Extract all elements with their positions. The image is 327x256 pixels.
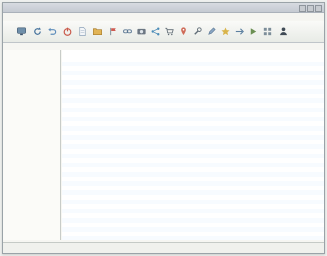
edit-icon[interactable]	[205, 25, 217, 37]
refresh-icon[interactable]	[31, 25, 43, 37]
flag-icon[interactable]	[107, 25, 119, 37]
column-header-size[interactable]	[214, 50, 254, 56]
share-icon[interactable]	[149, 25, 161, 37]
user-icon[interactable]	[277, 25, 289, 37]
star-icon[interactable]	[219, 25, 231, 37]
camera-icon[interactable]	[135, 25, 147, 37]
menu-bar	[3, 13, 324, 20]
grid-icon[interactable]	[261, 25, 273, 37]
table-cell	[148, 236, 212, 240]
monitor-icon[interactable]	[15, 25, 27, 37]
minimize-button[interactable]	[299, 5, 306, 12]
table-cell	[292, 236, 322, 240]
column-header-details[interactable]	[148, 50, 212, 56]
arrow-icon[interactable]	[233, 25, 245, 37]
sidebar	[3, 50, 61, 240]
close-button[interactable]	[315, 5, 322, 12]
status-bar	[3, 242, 324, 253]
table-row[interactable]	[62, 236, 324, 240]
column-header-name[interactable]	[68, 50, 138, 56]
column-header-date[interactable]	[256, 50, 290, 56]
cart-icon[interactable]	[163, 25, 175, 37]
link-icon[interactable]	[121, 25, 133, 37]
toolbar	[3, 21, 324, 43]
table-cell	[256, 236, 290, 240]
address-bar[interactable]	[57, 43, 277, 48]
tools-icon[interactable]	[191, 25, 203, 37]
table-cell	[68, 236, 144, 240]
pin-icon[interactable]	[177, 25, 189, 37]
maximize-button[interactable]	[307, 5, 314, 12]
folder-icon[interactable]	[91, 25, 103, 37]
file-list	[62, 50, 324, 240]
undo-icon[interactable]	[45, 25, 57, 37]
power-icon[interactable]	[61, 25, 73, 37]
column-header-type[interactable]	[292, 50, 322, 56]
play-icon[interactable]	[247, 25, 259, 37]
title-bar	[3, 3, 324, 13]
document-icon[interactable]	[76, 25, 88, 37]
application-window	[2, 2, 325, 254]
table-cell	[216, 236, 252, 240]
